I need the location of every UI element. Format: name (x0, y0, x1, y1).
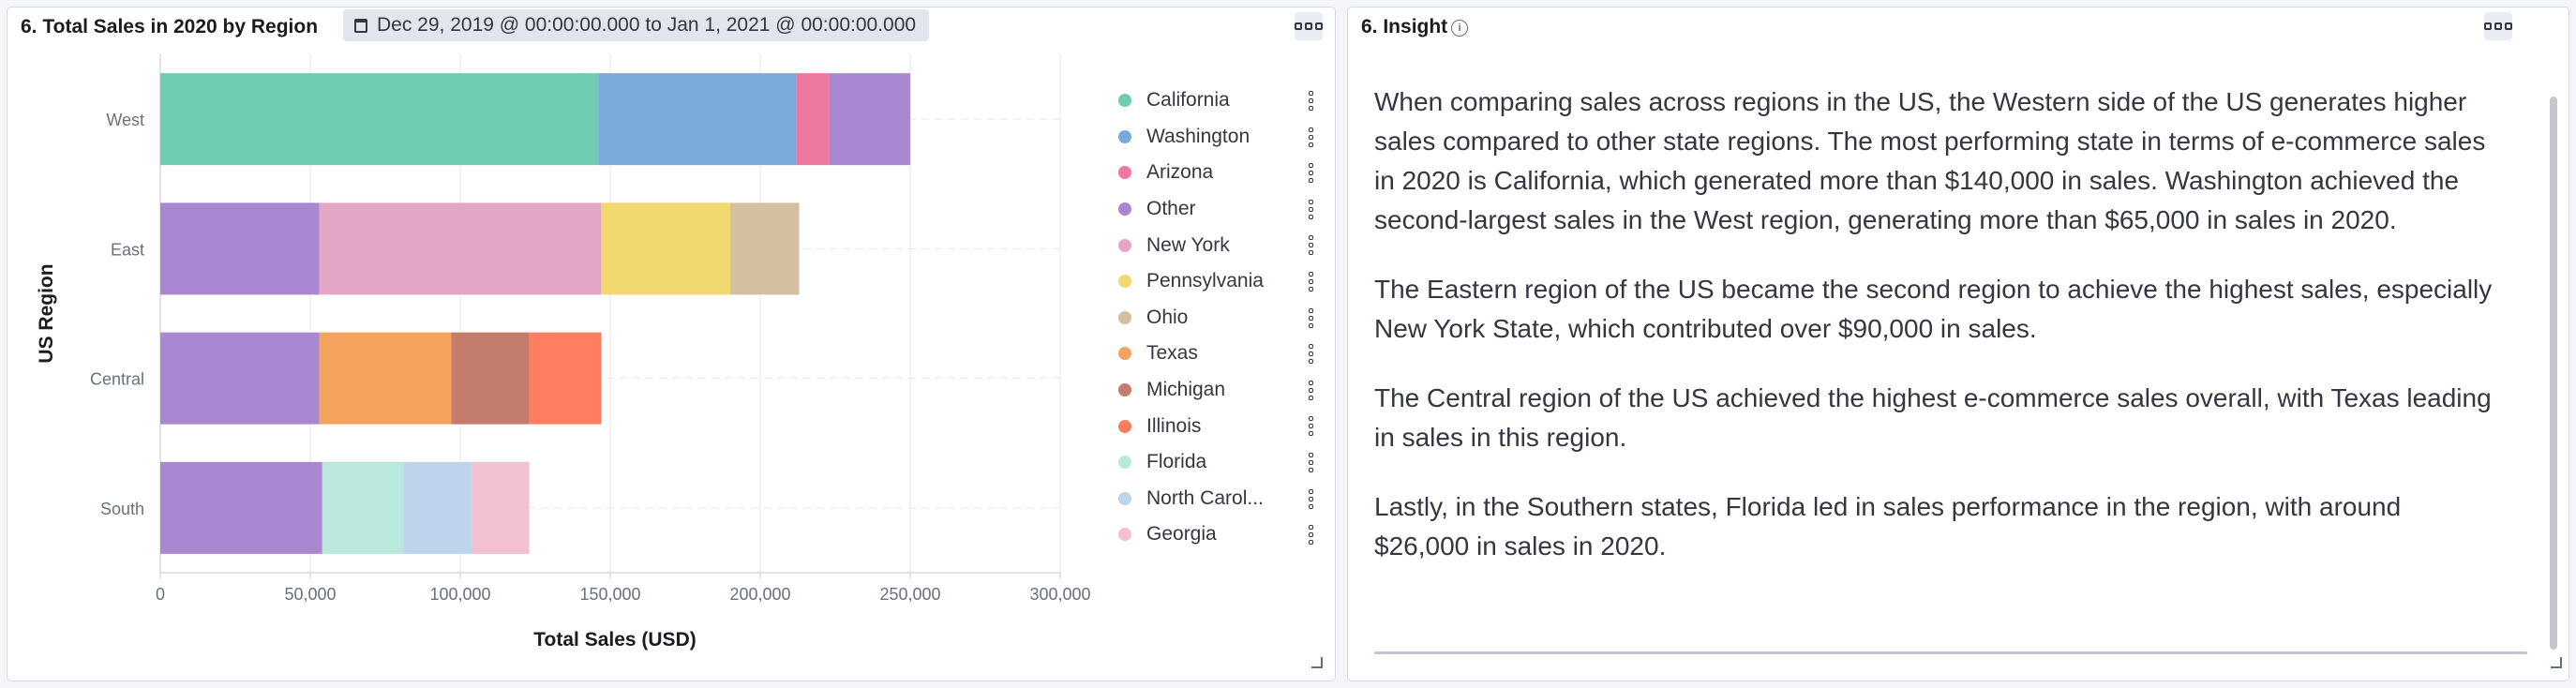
legend-action-button[interactable] (1309, 452, 1313, 472)
bar-segment (829, 73, 910, 166)
insight-paragraph: The Central region of the US achieved th… (1374, 383, 2492, 452)
legend-action-button[interactable] (1309, 488, 1313, 509)
legend-label: North Carol... (1146, 486, 1264, 509)
panel-title: 6. Insight i (1361, 16, 1469, 38)
chart-legend: California Washington Arizona Other New York… (1118, 82, 1313, 553)
legend-color-dot (1118, 238, 1131, 252)
legend-color-dot (1118, 129, 1131, 143)
legend-action-button[interactable] (1309, 91, 1313, 111)
x-tick-label: 50,000 (284, 585, 336, 604)
legend-label: Washington (1146, 125, 1251, 147)
bar-segment (319, 202, 602, 295)
bar-segment (160, 202, 320, 295)
insight-panel: 6. Insight i When comparing sales across … (1347, 7, 2569, 681)
legend-item[interactable]: Florida (1118, 444, 1313, 481)
resize-handle[interactable] (1311, 657, 1323, 668)
legend-color-dot (1118, 528, 1131, 542)
legend-color-dot (1118, 347, 1131, 361)
y-tick-label: West (106, 111, 144, 129)
legend-label: Illinois (1146, 414, 1202, 437)
legend-label: California (1146, 89, 1230, 112)
bar-segment (796, 73, 830, 166)
legend-item[interactable]: California (1118, 82, 1313, 119)
legend-item[interactable]: New York (1118, 227, 1313, 263)
legend-action-button[interactable] (1309, 199, 1313, 219)
legend-label: Texas (1146, 342, 1198, 365)
insight-text: When comparing sales across regions in t… (1374, 82, 2499, 596)
bar-segment (730, 202, 800, 295)
legend-label: Other (1146, 198, 1196, 220)
y-axis-title: US Region (36, 263, 57, 363)
legend-label: Ohio (1146, 306, 1189, 328)
legend-action-button[interactable] (1309, 416, 1313, 437)
legend-action-button[interactable] (1309, 127, 1313, 147)
legend-color-dot (1118, 166, 1131, 180)
bar-chart: West East Central South 0 50,000 100,000 150,00… (36, 54, 1091, 651)
legend-item[interactable]: North Carol... (1118, 481, 1313, 517)
legend-action-button[interactable] (1309, 525, 1313, 546)
legend-action-button[interactable] (1309, 271, 1313, 292)
legend-color-dot (1118, 275, 1131, 289)
legend-action-button[interactable] (1309, 344, 1313, 365)
bar-segment (472, 461, 530, 554)
insight-paragraph: Lastly, in the Southern states, Florida … (1374, 492, 2402, 561)
chart-panel: 6. Total Sales in 2020 by Region Dec 29,… (7, 7, 1336, 681)
insight-paragraph: The Eastern region of the US became the … (1374, 275, 2493, 343)
info-icon[interactable]: i (1451, 20, 1469, 37)
legend-item[interactable]: Michigan (1118, 372, 1313, 409)
y-tick-label: Central (90, 370, 144, 389)
bar-segment (160, 461, 322, 554)
y-tick-label: East (111, 240, 144, 259)
bar-segment (529, 332, 602, 425)
insight-paragraph: When comparing sales across regions in t… (1374, 87, 2486, 234)
x-tick-label: 100,000 (429, 585, 490, 604)
legend-label: Pennsylvania (1146, 270, 1264, 292)
legend-action-button[interactable] (1309, 380, 1313, 400)
legend-color-dot (1118, 456, 1131, 470)
legend-label: Florida (1146, 451, 1207, 473)
resize-handle[interactable] (2551, 657, 2562, 668)
x-tick-label: 150,000 (579, 585, 640, 604)
legend-item[interactable]: Other (1118, 191, 1313, 228)
x-tick-label: 200,000 (729, 585, 790, 604)
x-tick-label: 300,000 (1029, 585, 1090, 604)
legend-action-button[interactable] (1309, 307, 1313, 328)
bar-segment (598, 73, 797, 166)
legend-item[interactable]: Ohio (1118, 300, 1313, 337)
bar-segment (403, 461, 472, 554)
horizontal-scrollbar[interactable] (1374, 651, 2527, 654)
legend-color-dot (1118, 94, 1131, 108)
legend-label: Georgia (1146, 523, 1217, 546)
legend-item[interactable]: Georgia (1118, 516, 1313, 553)
x-axis-title: Total Sales (USD) (533, 629, 696, 651)
bar-segment (451, 332, 530, 425)
legend-item[interactable]: Texas (1118, 336, 1313, 372)
legend-item[interactable]: Arizona (1118, 155, 1313, 191)
legend-item[interactable]: Pennsylvania (1118, 263, 1313, 300)
x-tick-label: 0 (156, 585, 165, 604)
bar-segment (322, 461, 404, 554)
y-tick-label: South (100, 500, 144, 518)
legend-item[interactable]: Illinois (1118, 408, 1313, 444)
bar-segment (160, 332, 320, 425)
panel-options-button[interactable] (2484, 12, 2512, 40)
x-tick-label: 250,000 (879, 585, 940, 604)
legend-label: Arizona (1146, 161, 1214, 184)
vertical-scrollbar[interactable] (2550, 97, 2557, 650)
legend-color-dot (1118, 383, 1131, 397)
legend-label: Michigan (1146, 379, 1226, 401)
bar-segment (601, 202, 730, 295)
legend-item[interactable]: Washington (1118, 119, 1313, 156)
legend-action-button[interactable] (1309, 235, 1313, 256)
bar-segment (319, 332, 452, 425)
legend-color-dot (1118, 419, 1131, 433)
legend-color-dot (1118, 491, 1131, 505)
insight-title: 6. Insight (1361, 16, 1448, 37)
legend-label: New York (1146, 233, 1230, 256)
legend-color-dot (1118, 202, 1131, 217)
panel-options-button[interactable] (1295, 12, 1323, 40)
bar-segment (160, 73, 599, 166)
legend-color-dot (1118, 310, 1131, 324)
legend-action-button[interactable] (1309, 163, 1313, 184)
